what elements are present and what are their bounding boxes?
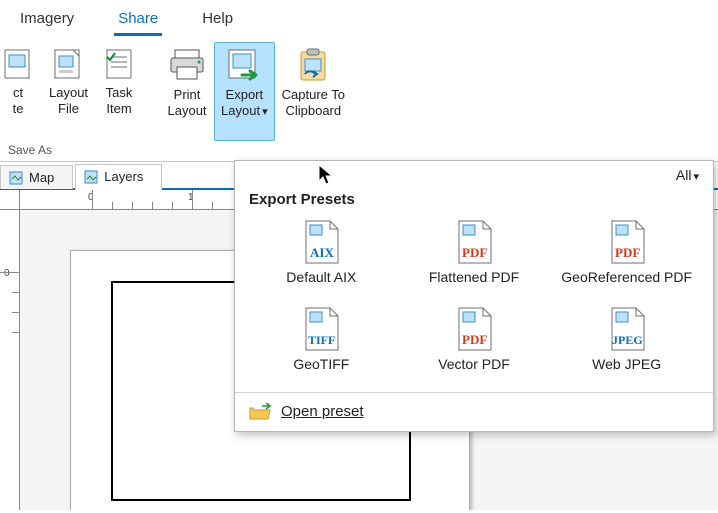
file-tiff-icon: TIFF [300, 306, 342, 352]
clipboard-icon [293, 47, 333, 83]
ribbon-item-task-item[interactable]: TaskItem [95, 42, 143, 141]
file-jpeg-icon: JPEG [606, 306, 648, 352]
preset-label: GeoTIFF [293, 356, 349, 373]
svg-text:JPEG: JPEG [612, 333, 643, 347]
map-icon [9, 171, 23, 185]
preset-web-jpeg[interactable]: JPEG Web JPEG [550, 299, 703, 380]
preset-label: Default AIX [286, 269, 356, 286]
ribbon-item-ct[interactable]: ctte [0, 42, 42, 141]
ribbon: ctte LayoutFile Tas [0, 36, 718, 162]
open-preset-label: Open preset [281, 403, 364, 420]
tab-imagery[interactable]: Imagery [16, 8, 78, 36]
ribbon-label: Capture ToClipboard [282, 87, 345, 118]
folder-open-icon [249, 403, 271, 421]
svg-text:TIFF: TIFF [308, 333, 335, 347]
ribbon-item-print-layout[interactable]: PrintLayout [160, 42, 214, 141]
doctab-map[interactable]: Map [0, 165, 73, 189]
ruler-vertical: 0 [0, 210, 20, 510]
open-preset[interactable]: Open preset [235, 393, 713, 431]
ruler-tick-label: 0 [4, 268, 10, 279]
ruler-corner [0, 190, 20, 210]
export-layout-icon [224, 47, 264, 83]
file-pdf-icon: PDF [606, 219, 648, 265]
document-icon [1, 47, 35, 81]
svg-text:PDF: PDF [462, 332, 487, 347]
export-layout-dropdown: All Export Presets AIX Default AIX PDF F… [234, 160, 714, 432]
ribbon-label: TaskItem [106, 85, 133, 116]
preset-label: Vector PDF [438, 356, 510, 373]
ribbon-item-capture-clipboard[interactable]: Capture ToClipboard [275, 42, 352, 141]
ribbon-item-layout-file[interactable]: LayoutFile [42, 42, 95, 141]
file-aix-icon: AIX [300, 219, 342, 265]
preset-vector-pdf[interactable]: PDF Vector PDF [398, 299, 551, 380]
file-pdf-icon: PDF [453, 306, 495, 352]
preset-flattened-pdf[interactable]: PDF Flattened PDF [398, 212, 551, 293]
preset-georeferenced-pdf[interactable]: PDF GeoReferenced PDF [550, 212, 703, 293]
dropdown-title: Export Presets [249, 191, 713, 208]
preset-label: GeoReferenced PDF [561, 269, 692, 286]
task-item-icon [102, 47, 136, 81]
group-label-blank [160, 141, 352, 159]
tab-share[interactable]: Share [114, 8, 162, 36]
ribbon-label: ctte [13, 85, 24, 116]
doctab-layers[interactable]: Layers [75, 164, 162, 190]
svg-text:PDF: PDF [462, 245, 487, 260]
doctab-label: Map [29, 170, 54, 185]
layout-file-icon [52, 47, 86, 81]
preset-default-aix[interactable]: AIX Default AIX [245, 212, 398, 293]
preset-label: Web JPEG [592, 356, 661, 373]
ribbon-group-output: PrintLayout ExportLayout Captu [160, 42, 352, 159]
group-label-saveas: Save As [0, 141, 143, 159]
svg-text:AIX: AIX [310, 245, 334, 260]
preset-label: Flattened PDF [429, 269, 519, 286]
ribbon-label: PrintLayout [168, 87, 207, 118]
ribbon-group-saveas: ctte LayoutFile Tas [0, 42, 143, 159]
ribbon-item-export-layout[interactable]: ExportLayout [214, 42, 275, 141]
preset-geotiff[interactable]: TIFF GeoTIFF [245, 299, 398, 380]
file-pdf-icon: PDF [453, 219, 495, 265]
menu-tabstrip: Imagery Share Help [0, 0, 718, 36]
printer-icon [167, 47, 207, 83]
dropdown-filter-all[interactable]: All [235, 161, 713, 185]
doctab-label: Layers [104, 169, 143, 184]
layers-icon [84, 170, 98, 184]
ribbon-label: ExportLayout [221, 87, 268, 119]
tab-help[interactable]: Help [198, 8, 237, 36]
preset-grid: AIX Default AIX PDF Flattened PDF PDF Ge… [235, 212, 713, 388]
ribbon-label: LayoutFile [49, 85, 88, 116]
svg-text:PDF: PDF [615, 245, 640, 260]
